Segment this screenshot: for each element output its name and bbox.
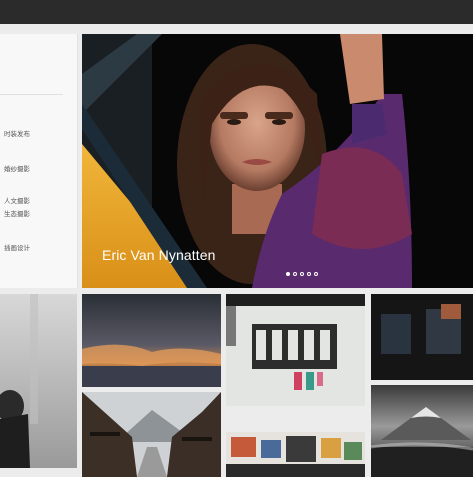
sidebar-item-illustration[interactable]: 插画设计 [4,242,30,252]
gallery-tile-mountain-mist[interactable] [371,385,473,477]
hero-caption: Eric Van Nynatten [102,247,216,263]
gallery-tile-colorful-street[interactable] [226,432,365,477]
carousel-dot-5[interactable] [314,272,318,276]
tile-image [82,294,221,387]
tile-image [226,294,365,406]
tile-image [371,385,473,477]
tile-image [371,294,473,380]
sidebar-item-fashion[interactable]: 时装发布 [4,128,30,138]
top-navigation-bar [0,0,473,24]
carousel-dot-4[interactable] [307,272,311,276]
hero-carousel[interactable]: Eric Van Nynatten [82,34,473,288]
gallery-tile-laundry-building[interactable] [226,294,365,406]
sidebar-divider [0,94,63,95]
sidebar-item-humanities[interactable]: 人文摄影 [4,195,30,205]
carousel-pagination [286,272,318,276]
gallery-tile-foggy-portrait[interactable] [0,294,77,468]
gallery-tile-mountain-village[interactable] [82,392,221,477]
tile-image [82,392,221,477]
gallery-tile-dark-interior[interactable] [371,294,473,380]
tile-image [0,294,77,468]
tile-image [226,432,365,477]
category-sidebar: 时装发布 婚纱摄影 人文摄影 生态摄影 插画设计 [0,34,78,288]
carousel-dot-3[interactable] [300,272,304,276]
carousel-dot-1[interactable] [286,272,290,276]
carousel-dot-2[interactable] [293,272,297,276]
gallery-tile-sunset-clouds[interactable] [82,294,221,387]
sidebar-item-wedding[interactable]: 婚纱摄影 [4,163,30,173]
sidebar-item-ecology[interactable]: 生态摄影 [4,208,30,218]
